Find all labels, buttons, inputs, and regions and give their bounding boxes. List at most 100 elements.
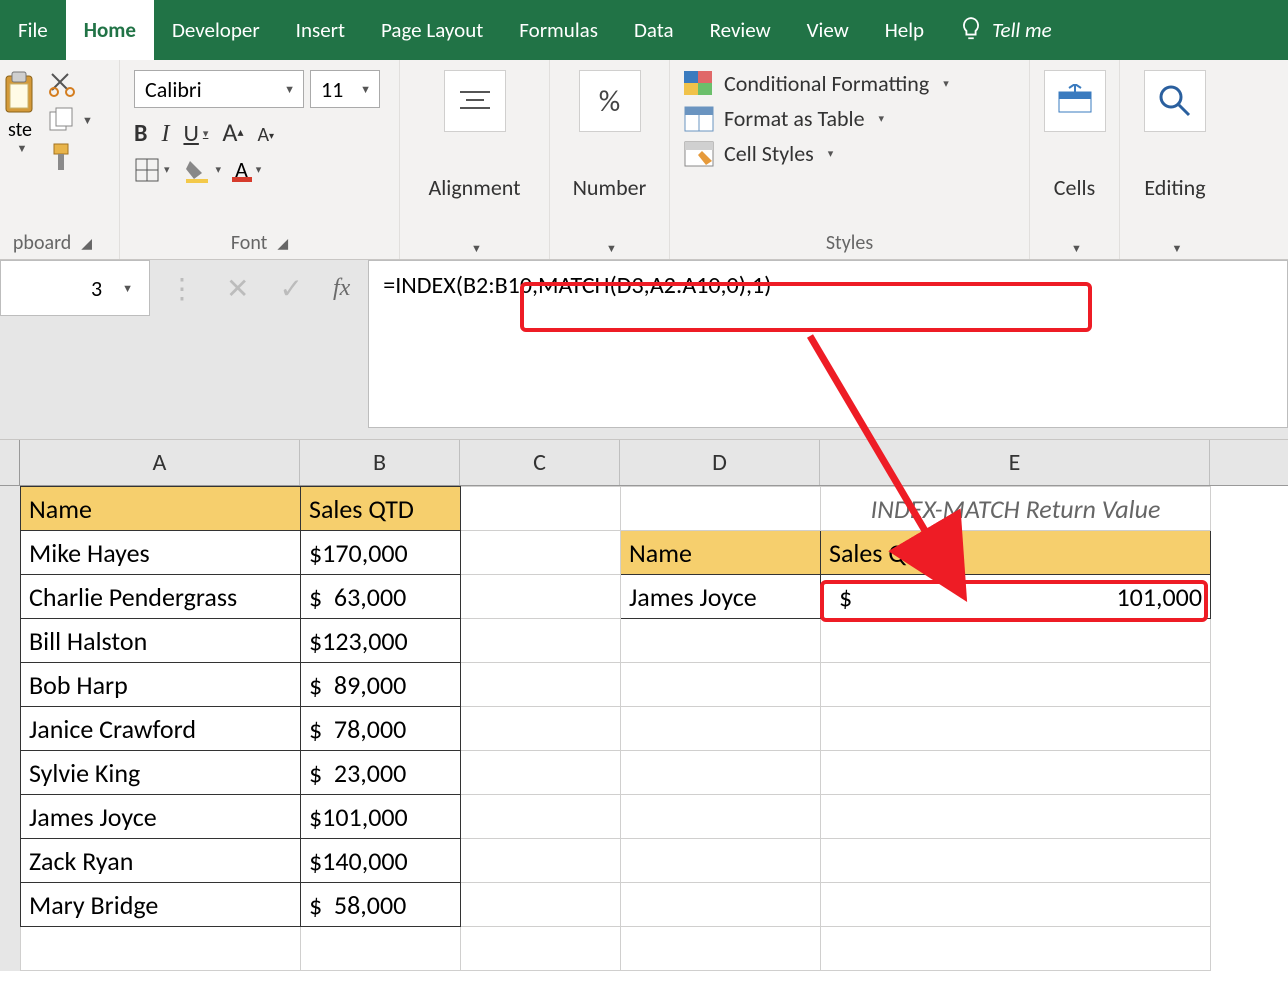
- annotation-label[interactable]: INDEX-MATCH Return Value: [821, 487, 1211, 531]
- lookup-name-cell[interactable]: James Joyce: [621, 575, 821, 619]
- col-header-d[interactable]: D: [620, 440, 820, 485]
- cell[interactable]: [621, 663, 821, 707]
- chevron-down-icon[interactable]: ▼: [471, 242, 482, 255]
- col-header-b[interactable]: B: [300, 440, 460, 485]
- cell[interactable]: Name: [21, 487, 301, 531]
- cell[interactable]: [21, 927, 301, 971]
- format-as-table-button[interactable]: Format as Table▾: [684, 105, 1015, 132]
- fill-color-button[interactable]: ▾: [184, 157, 222, 183]
- number-format-button[interactable]: %: [579, 70, 641, 132]
- cell[interactable]: [621, 707, 821, 751]
- cell[interactable]: $ 23,000: [301, 751, 461, 795]
- cell[interactable]: $140,000: [301, 839, 461, 883]
- tab-review[interactable]: Review: [692, 0, 789, 60]
- tab-developer[interactable]: Developer: [154, 0, 278, 60]
- cell[interactable]: [621, 795, 821, 839]
- cell-styles-button[interactable]: Cell Styles▾: [684, 140, 1015, 167]
- cell[interactable]: [821, 707, 1211, 751]
- dialog-launcher-icon[interactable]: ◢: [277, 235, 288, 252]
- font-size-select[interactable]: 11▼: [310, 70, 380, 108]
- tab-home[interactable]: Home: [66, 0, 154, 60]
- cell[interactable]: $101,000: [301, 795, 461, 839]
- col-header-a[interactable]: A: [20, 440, 300, 485]
- cell[interactable]: [461, 927, 621, 971]
- cell[interactable]: [821, 663, 1211, 707]
- cell[interactable]: Mary Bridge: [21, 883, 301, 927]
- cell[interactable]: Sales QTD: [301, 487, 461, 531]
- cell[interactable]: [821, 927, 1211, 971]
- cell[interactable]: Sylvie King: [21, 751, 301, 795]
- chevron-down-icon[interactable]: ▼: [1071, 242, 1082, 255]
- underline-button[interactable]: U▾: [183, 119, 208, 148]
- cell[interactable]: [621, 619, 821, 663]
- tab-formulas[interactable]: Formulas: [501, 0, 616, 60]
- cell[interactable]: [461, 663, 621, 707]
- cell[interactable]: [821, 883, 1211, 927]
- cell[interactable]: $ 78,000: [301, 707, 461, 751]
- tell-me-search[interactable]: Tell me: [942, 16, 1052, 44]
- cell[interactable]: Charlie Pendergrass: [21, 575, 301, 619]
- cell[interactable]: [461, 751, 621, 795]
- tab-data[interactable]: Data: [616, 0, 692, 60]
- increase-font-button[interactable]: A▴: [222, 116, 243, 148]
- copy-button[interactable]: ▼: [48, 106, 93, 134]
- cell[interactable]: [461, 531, 621, 575]
- cell[interactable]: [461, 487, 621, 531]
- tab-help[interactable]: Help: [867, 0, 942, 60]
- cell[interactable]: Zack Ryan: [21, 839, 301, 883]
- cell[interactable]: $170,000: [301, 531, 461, 575]
- cell[interactable]: Bob Harp: [21, 663, 301, 707]
- font-name-select[interactable]: Calibri▼: [134, 70, 304, 108]
- cell[interactable]: [461, 619, 621, 663]
- cancel-formula-button[interactable]: ✕: [226, 271, 249, 306]
- cell[interactable]: Mike Hayes: [21, 531, 301, 575]
- tab-insert[interactable]: Insert: [278, 0, 363, 60]
- cell[interactable]: $ 63,000: [301, 575, 461, 619]
- cell[interactable]: [461, 575, 621, 619]
- tab-view[interactable]: View: [789, 0, 867, 60]
- col-header-e[interactable]: E: [820, 440, 1210, 485]
- cell[interactable]: [621, 487, 821, 531]
- dialog-launcher-icon[interactable]: ◢: [81, 235, 92, 252]
- tab-page-layout[interactable]: Page Layout: [363, 0, 501, 60]
- cell[interactable]: $123,000: [301, 619, 461, 663]
- cell[interactable]: [621, 839, 821, 883]
- cell[interactable]: Janice Crawford: [21, 707, 301, 751]
- cell[interactable]: [461, 883, 621, 927]
- cell[interactable]: [821, 751, 1211, 795]
- decrease-font-button[interactable]: A▾: [257, 123, 274, 147]
- cell[interactable]: [821, 619, 1211, 663]
- cell[interactable]: [821, 795, 1211, 839]
- alignment-button[interactable]: [444, 70, 506, 132]
- cell[interactable]: Bill Halston: [21, 619, 301, 663]
- cell[interactable]: James Joyce: [21, 795, 301, 839]
- cell[interactable]: Sales QTL: [821, 531, 1211, 575]
- select-all-corner[interactable]: [0, 440, 20, 485]
- cell[interactable]: [621, 883, 821, 927]
- borders-button[interactable]: ▾: [134, 157, 170, 183]
- col-header-c[interactable]: C: [460, 440, 620, 485]
- cell[interactable]: [821, 839, 1211, 883]
- fx-icon[interactable]: fx: [333, 275, 350, 302]
- tab-file[interactable]: File: [0, 0, 66, 60]
- cell[interactable]: [461, 795, 621, 839]
- paste-button[interactable]: ste ▼: [0, 70, 40, 174]
- cell[interactable]: $ 58,000: [301, 883, 461, 927]
- cell[interactable]: [621, 927, 821, 971]
- cut-button[interactable]: [48, 70, 76, 98]
- chevron-down-icon[interactable]: ▼: [606, 242, 617, 255]
- find-select-button[interactable]: [1144, 70, 1206, 132]
- cells-button[interactable]: [1044, 70, 1106, 132]
- italic-button[interactable]: I: [161, 121, 169, 148]
- format-painter-button[interactable]: [48, 142, 76, 174]
- cell[interactable]: [461, 839, 621, 883]
- chevron-down-icon[interactable]: ▼: [1172, 242, 1183, 255]
- cells-grid[interactable]: Name Sales QTD INDEX-MATCH Return Value …: [20, 486, 1211, 971]
- lookup-result-cell[interactable]: $ 101,000: [821, 575, 1211, 619]
- font-color-button[interactable]: A▾: [235, 156, 261, 183]
- conditional-formatting-button[interactable]: Conditional Formatting▾: [684, 70, 1015, 97]
- accept-formula-button[interactable]: ✓: [279, 271, 302, 306]
- bold-button[interactable]: B: [134, 119, 147, 148]
- cell[interactable]: [461, 707, 621, 751]
- name-box[interactable]: 3 ▼: [0, 260, 150, 316]
